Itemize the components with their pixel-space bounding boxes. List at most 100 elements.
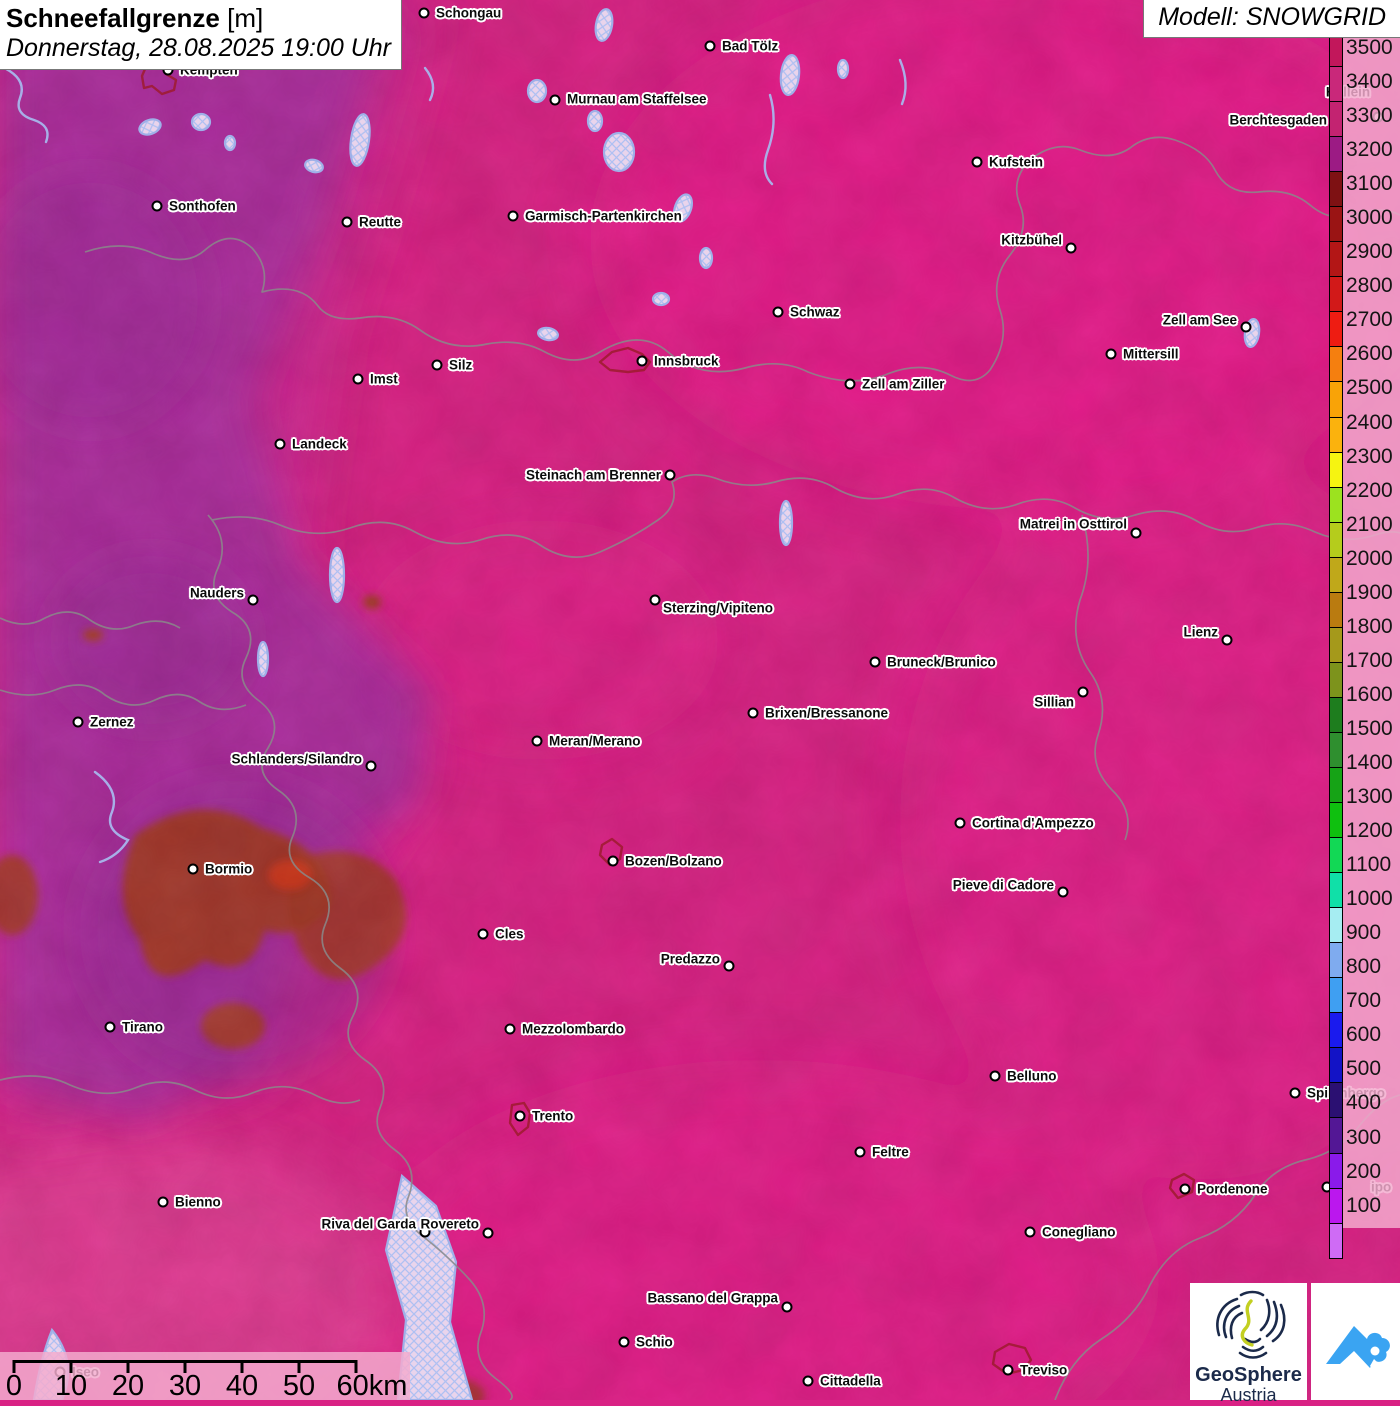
legend-label: 3400 (1346, 70, 1393, 94)
legend-cell (1330, 978, 1342, 1014)
legend-label: 2700 (1346, 308, 1393, 332)
legend-cell (1330, 627, 1342, 663)
legend-cell (1330, 487, 1342, 523)
city-marker (1057, 886, 1069, 898)
city-marker (664, 469, 676, 481)
city-marker (989, 1070, 1001, 1082)
city-marker (869, 656, 881, 668)
city-label: Landeck (292, 436, 347, 452)
legend-cell (1330, 908, 1342, 944)
scalebar-label: 20 (111, 1370, 145, 1402)
legend-cell (1330, 732, 1342, 768)
city-marker (504, 1023, 516, 1035)
legend-cell (1330, 943, 1342, 979)
city-label: Schwaz (790, 304, 840, 320)
city-marker (507, 210, 519, 222)
legend-label: 100 (1346, 1193, 1382, 1217)
city-marker (482, 1227, 494, 1239)
city-label: Sterzing/Vipiteno (663, 600, 774, 616)
title-unit: [m] (227, 3, 264, 33)
city-marker (274, 438, 286, 450)
geosphere-logo-text: GeoSphere (1195, 1364, 1302, 1386)
distance-scalebar: 0 10 20 30 40 50 60km (0, 1352, 410, 1402)
legend-cell (1330, 697, 1342, 733)
city-label: Sillian (1034, 694, 1074, 710)
legend-label: 900 (1346, 921, 1382, 945)
city-label: Schongau (436, 5, 502, 21)
city-marker (1179, 1183, 1191, 1195)
city-marker (531, 735, 543, 747)
legend-label: 200 (1346, 1159, 1382, 1183)
city-label: Bassano del Grappa (647, 1290, 778, 1306)
city-label: Mezzolombardo (522, 1021, 625, 1037)
city-marker (1289, 1087, 1301, 1099)
city-marker (854, 1146, 866, 1158)
legend-cell (1330, 67, 1342, 103)
legend-label: 1900 (1346, 580, 1393, 604)
city-label: Predazzo (660, 951, 720, 967)
city-label: Cortina d'Ampezzo (972, 815, 1094, 831)
city-label: Imst (370, 371, 398, 387)
legend-cell (1330, 592, 1342, 628)
city-marker (72, 716, 84, 728)
legend-cell (1330, 207, 1342, 243)
legend-label: 3300 (1346, 104, 1393, 128)
legend-label: 2600 (1346, 342, 1393, 366)
avalanche-report-mountain-icon (1325, 1325, 1390, 1369)
city-label: Reutte (359, 214, 402, 230)
legend-cell (1330, 1013, 1342, 1049)
legend-cell (1330, 838, 1342, 874)
legend-label: 2000 (1346, 546, 1393, 570)
city-label: Kufstein (989, 154, 1043, 170)
legend-label: 2400 (1346, 410, 1393, 434)
city-label: Innsbruck (654, 353, 719, 369)
city-marker (418, 7, 430, 19)
legend-cell (1330, 347, 1342, 383)
city-label: Tirano (122, 1019, 164, 1035)
city-marker (187, 863, 199, 875)
legend-label: 1600 (1346, 682, 1393, 706)
legend-label: 700 (1346, 989, 1382, 1013)
legend-label: 2900 (1346, 240, 1393, 264)
city-label: Nauders (189, 585, 244, 601)
title-text: Schneefallgrenze (6, 3, 220, 33)
city-marker (352, 373, 364, 385)
legend-cell (1330, 1223, 1342, 1258)
city-marker (971, 156, 983, 168)
legend-label: 3100 (1346, 172, 1393, 196)
city-marker (802, 1375, 814, 1387)
scalebar-label: 50 (282, 1370, 316, 1402)
city-label: Riva del Garda (321, 1216, 416, 1232)
legend-label: 1800 (1346, 614, 1393, 638)
city-label: Mittersill (1123, 346, 1179, 362)
legend-labels: 3500 3400 3300 3200 3100 3000 2900 2800 2700 2600… (1346, 31, 1393, 1223)
city-label: Steinach am Brenner (525, 467, 661, 483)
city-marker (365, 760, 377, 772)
city-marker (1240, 321, 1252, 333)
city-label: Brixen/Bressanone (765, 705, 889, 721)
city-marker (1024, 1226, 1036, 1238)
city-label: Bormio (205, 861, 253, 877)
legend-cell (1330, 137, 1342, 173)
city-label: Silz (449, 357, 473, 373)
legend-cell (1330, 452, 1342, 488)
city-label: Bienno (175, 1194, 221, 1210)
legend-cell (1330, 803, 1342, 839)
city-marker (549, 94, 561, 106)
legend-label: 2300 (1346, 444, 1393, 468)
city-marker (954, 817, 966, 829)
city-label: Zell am Ziller (862, 376, 945, 392)
city-label: Pieve di Cadore (952, 877, 1054, 893)
geosphere-contour-logo-icon (1215, 1290, 1286, 1359)
city-marker (341, 216, 353, 228)
city-label: Rovereto (420, 1216, 479, 1232)
city-label: Bruneck/Brunico (887, 654, 996, 670)
city-marker (1105, 348, 1117, 360)
legend-label: 800 (1346, 955, 1382, 979)
city-marker (431, 359, 443, 371)
legend-label: 2100 (1346, 512, 1393, 536)
city-marker (781, 1301, 793, 1313)
avalanche-report-logo-box (1311, 1283, 1400, 1400)
city-label: Cles (495, 926, 524, 942)
geosphere-austria-logo-box: GeoSphere Austria (1190, 1283, 1307, 1405)
